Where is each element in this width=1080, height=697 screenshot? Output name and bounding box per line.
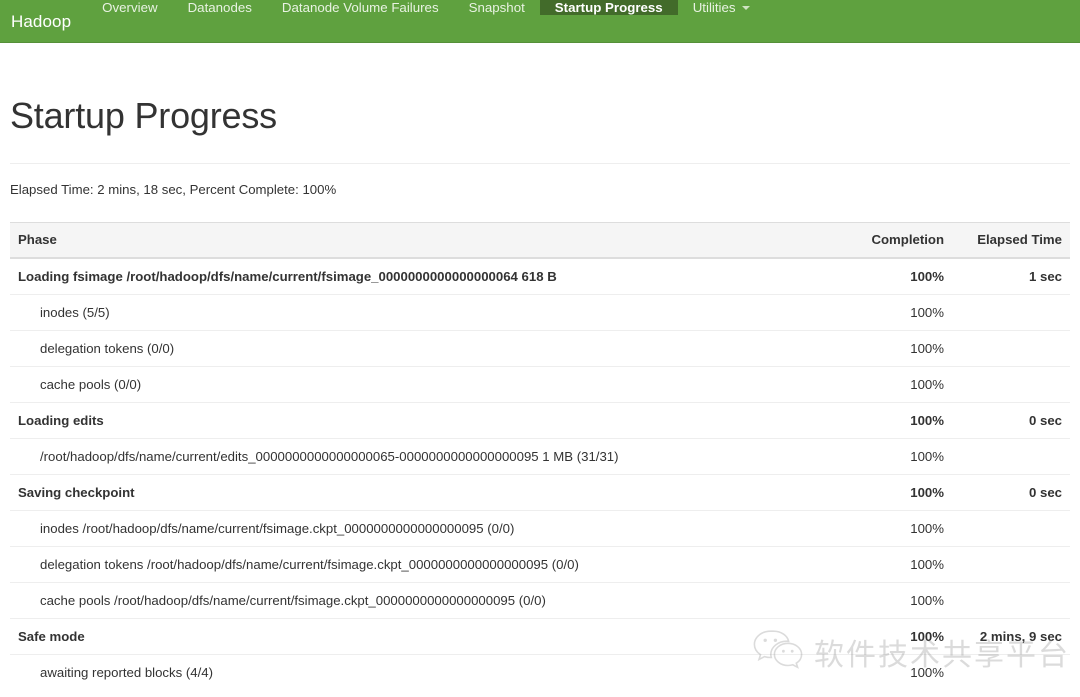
phase-step-cell: awaiting reported blocks (4/4) xyxy=(10,654,844,691)
nav-item-label: Snapshot xyxy=(468,0,525,15)
elapsed-time-cell xyxy=(952,294,1070,331)
table-row: delegation tokens /root/hadoop/dfs/name/… xyxy=(10,546,1070,583)
nav-item-label: Startup Progress xyxy=(554,0,663,15)
completion-cell: 100% xyxy=(844,618,952,655)
completion-cell: 100% xyxy=(844,510,952,547)
nav-item-datanode-volume-failures[interactable]: Datanode Volume Failures xyxy=(267,0,454,15)
completion-cell: 100% xyxy=(844,366,952,403)
table-row: delegation tokens (0/0) 100% xyxy=(10,330,1070,367)
column-header-phase: Phase xyxy=(10,222,844,260)
nav-item-label: Utilities xyxy=(692,0,736,15)
phase-step-cell: /root/hadoop/dfs/name/current/edits_0000… xyxy=(10,438,844,475)
completion-cell: 100% xyxy=(844,546,952,583)
elapsed-time-summary: Elapsed Time: 2 mins, 18 sec, Percent Co… xyxy=(10,182,337,198)
nav-item-label: Datanodes xyxy=(187,0,252,15)
column-header-elapsed-time: Elapsed Time xyxy=(952,222,1070,260)
completion-cell: 100% xyxy=(844,294,952,331)
completion-cell: 100% xyxy=(844,654,952,691)
chevron-down-icon xyxy=(741,5,750,10)
phase-step-cell: cache pools (0/0) xyxy=(10,366,844,403)
table-header-row: Phase Completion Elapsed Time xyxy=(10,222,1070,260)
elapsed-time-cell xyxy=(952,510,1070,547)
brand-logo-hadoop[interactable]: Hadoop xyxy=(0,0,87,43)
table-row: Safe mode 100% 2 mins, 9 sec xyxy=(10,618,1070,655)
elapsed-time-cell xyxy=(952,546,1070,583)
table-row: inodes /root/hadoop/dfs/name/current/fsi… xyxy=(10,510,1070,547)
nav-item-list: Overview Datanodes Datanode Volume Failu… xyxy=(87,0,764,43)
main-navbar: Hadoop Overview Datanodes Datanode Volum… xyxy=(0,0,1080,43)
nav-list-item: Overview xyxy=(87,0,172,43)
nav-item-snapshot[interactable]: Snapshot xyxy=(454,0,540,15)
table-row: inodes (5/5) 100% xyxy=(10,294,1070,331)
startup-progress-table: Phase Completion Elapsed Time Loading fs… xyxy=(10,222,1070,691)
nav-list-item: Startup Progress xyxy=(539,0,678,43)
nav-list-item: Datanodes xyxy=(173,0,267,43)
nav-item-utilities[interactable]: Utilities xyxy=(678,0,765,15)
table-header: Phase Completion Elapsed Time xyxy=(10,222,1070,260)
elapsed-time-cell xyxy=(952,582,1070,619)
page-container: Startup Progress Elapsed Time: 2 mins, 1… xyxy=(0,95,1080,691)
elapsed-time-cell: 2 mins, 9 sec xyxy=(952,618,1070,655)
nav-item-datanodes[interactable]: Datanodes xyxy=(173,0,267,15)
elapsed-time-cell xyxy=(952,438,1070,475)
nav-list-item: Datanode Volume Failures xyxy=(267,0,454,43)
phase-step-cell: inodes /root/hadoop/dfs/name/current/fsi… xyxy=(10,510,844,547)
completion-cell: 100% xyxy=(844,582,952,619)
elapsed-time-cell xyxy=(952,330,1070,367)
completion-cell: 100% xyxy=(844,438,952,475)
phase-name-cell: Safe mode xyxy=(10,618,844,655)
nav-list-item: Snapshot xyxy=(454,0,540,43)
completion-cell: 100% xyxy=(844,330,952,367)
elapsed-time-cell: 0 sec xyxy=(952,402,1070,439)
phase-step-cell: delegation tokens (0/0) xyxy=(10,330,844,367)
completion-cell: 100% xyxy=(844,474,952,511)
elapsed-time-cell: 0 sec xyxy=(952,474,1070,511)
table-body: Loading fsimage /root/hadoop/dfs/name/cu… xyxy=(10,258,1070,691)
page-title: Startup Progress xyxy=(10,95,277,136)
table-row: awaiting reported blocks (4/4) 100% xyxy=(10,654,1070,691)
phase-step-cell: delegation tokens /root/hadoop/dfs/name/… xyxy=(10,546,844,583)
nav-item-startup-progress[interactable]: Startup Progress xyxy=(539,0,678,15)
title-divider xyxy=(10,163,1070,165)
phase-name-cell: Saving checkpoint xyxy=(10,474,844,511)
nav-item-overview[interactable]: Overview xyxy=(87,0,172,15)
completion-cell: 100% xyxy=(844,402,952,439)
nav-item-label: Overview xyxy=(102,0,158,15)
table-row: Loading fsimage /root/hadoop/dfs/name/cu… xyxy=(10,258,1070,295)
table-row: /root/hadoop/dfs/name/current/edits_0000… xyxy=(10,438,1070,475)
phase-name-cell: Loading fsimage /root/hadoop/dfs/name/cu… xyxy=(18,269,557,285)
nav-list-item: Utilities xyxy=(678,0,765,43)
table-row: cache pools (0/0) 100% xyxy=(10,366,1070,403)
phase-name-cell: Loading edits xyxy=(10,402,844,439)
table-row: Saving checkpoint 100% 0 sec xyxy=(10,474,1070,511)
column-header-completion: Completion xyxy=(844,222,952,260)
phase-step-cell: inodes (5/5) xyxy=(10,294,844,331)
completion-cell: 100% xyxy=(910,269,944,285)
elapsed-time-cell xyxy=(952,366,1070,403)
table-row: Loading edits 100% 0 sec xyxy=(10,402,1070,439)
elapsed-time-cell: 1 sec xyxy=(1028,269,1062,285)
phase-step-cell: cache pools /root/hadoop/dfs/name/curren… xyxy=(10,582,844,619)
elapsed-time-cell xyxy=(952,654,1070,691)
table-row: cache pools /root/hadoop/dfs/name/curren… xyxy=(10,582,1070,619)
nav-item-label: Datanode Volume Failures xyxy=(281,0,439,15)
